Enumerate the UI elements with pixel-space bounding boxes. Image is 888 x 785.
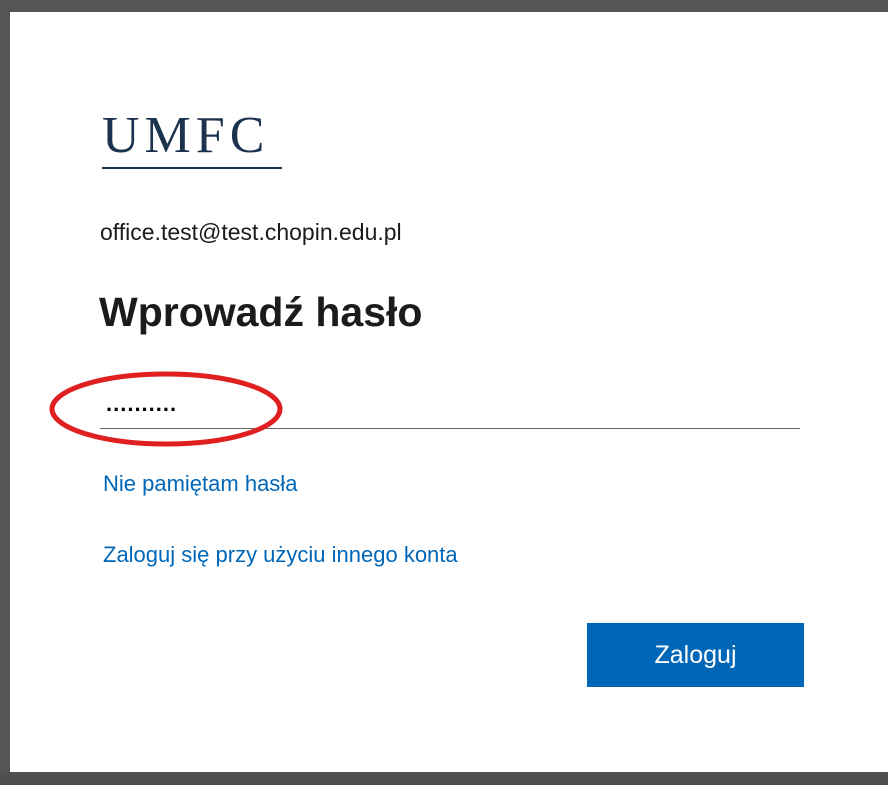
sign-in-button[interactable]: Zaloguj: [587, 623, 804, 687]
window-frame-bottom: [0, 772, 888, 785]
window-frame-top: [0, 0, 888, 12]
login-card: UMFC office.test@test.chopin.edu.pl Wpro…: [10, 12, 888, 772]
logo-underline: [102, 167, 282, 169]
umfc-logo: UMFC: [102, 107, 270, 164]
password-input[interactable]: [100, 380, 800, 429]
window-frame-left: [0, 0, 10, 785]
other-account-link[interactable]: Zaloguj się przy użyciu innego konta: [103, 542, 458, 568]
page-title: Wprowadź hasło: [99, 289, 423, 335]
forgot-password-link[interactable]: Nie pamiętam hasła: [103, 471, 297, 497]
account-email: office.test@test.chopin.edu.pl: [100, 219, 402, 245]
